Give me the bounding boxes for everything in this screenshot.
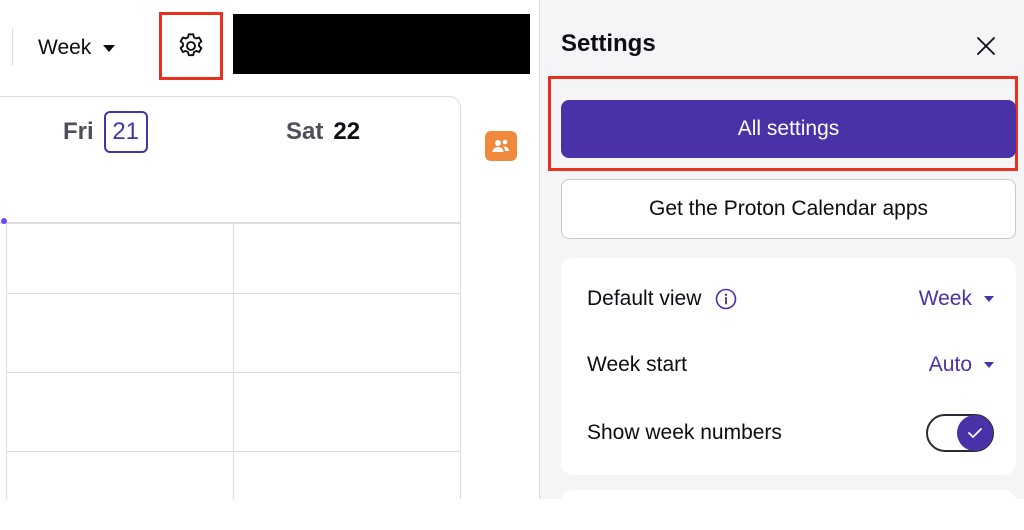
toolbar-divider — [12, 28, 13, 66]
default-view-select[interactable]: Week — [919, 287, 994, 311]
show-week-numbers-label: Show week numbers — [587, 421, 782, 444]
grid-row-line — [6, 372, 460, 373]
quick-settings-card: Default view Week Week start Auto Show w… — [561, 258, 1016, 475]
day-number: 22 — [333, 118, 361, 145]
grid-row-line — [6, 293, 460, 294]
all-settings-button[interactable]: All settings — [561, 100, 1016, 158]
default-view-label: Default view — [587, 287, 702, 310]
week-start-label-group: Week start — [587, 353, 687, 377]
caret-down-icon — [103, 44, 116, 52]
default-view-value: Week — [918, 287, 972, 310]
default-view-label-group: Default view — [587, 287, 737, 311]
day-header-fri[interactable]: Fri 21 — [63, 109, 148, 155]
settings-card-partial — [561, 490, 1016, 530]
settings-title: Settings — [561, 30, 656, 57]
checkmark-icon — [968, 428, 982, 438]
gear-icon — [179, 33, 203, 57]
week-grid: Fri 21 Sat 22 — [0, 96, 461, 499]
redacted-region — [233, 14, 530, 74]
settings-drawer: Settings All settings Get the Proton Cal… — [539, 0, 1024, 530]
week-start-select[interactable]: Auto — [929, 353, 994, 377]
caret-down-icon — [984, 296, 994, 302]
show-week-numbers-row: Show week numbers — [587, 413, 994, 453]
toggle-knob — [957, 415, 993, 451]
week-start-value: Auto — [928, 353, 972, 376]
contacts-button[interactable] — [485, 131, 517, 161]
default-view-row: Default view Week — [587, 279, 994, 319]
show-week-numbers-toggle[interactable] — [926, 414, 994, 452]
all-day-separator — [0, 222, 460, 224]
grid-column-line — [233, 224, 234, 499]
grid-column-line — [6, 224, 7, 499]
grid-row-line — [6, 451, 460, 452]
day-name: Sat — [286, 118, 324, 145]
settings-button[interactable] — [159, 12, 223, 80]
calendar-area: Week Fri 21 Sat 22 — [0, 0, 540, 499]
get-apps-button[interactable]: Get the Proton Calendar apps — [561, 179, 1016, 239]
view-selector-label: Week — [38, 36, 92, 59]
show-week-numbers-label-group: Show week numbers — [587, 421, 782, 445]
view-selector[interactable]: Week — [38, 30, 116, 66]
contacts-icon — [492, 139, 509, 152]
week-start-label: Week start — [587, 353, 687, 376]
caret-down-icon — [984, 362, 994, 368]
close-icon — [977, 37, 995, 55]
day-header-sat[interactable]: Sat 22 — [286, 109, 360, 155]
info-icon[interactable] — [715, 288, 737, 310]
close-button[interactable] — [970, 30, 1002, 62]
week-start-row: Week start Auto — [587, 345, 994, 385]
day-name: Fri — [63, 118, 94, 145]
day-number-current: 21 — [103, 111, 148, 153]
